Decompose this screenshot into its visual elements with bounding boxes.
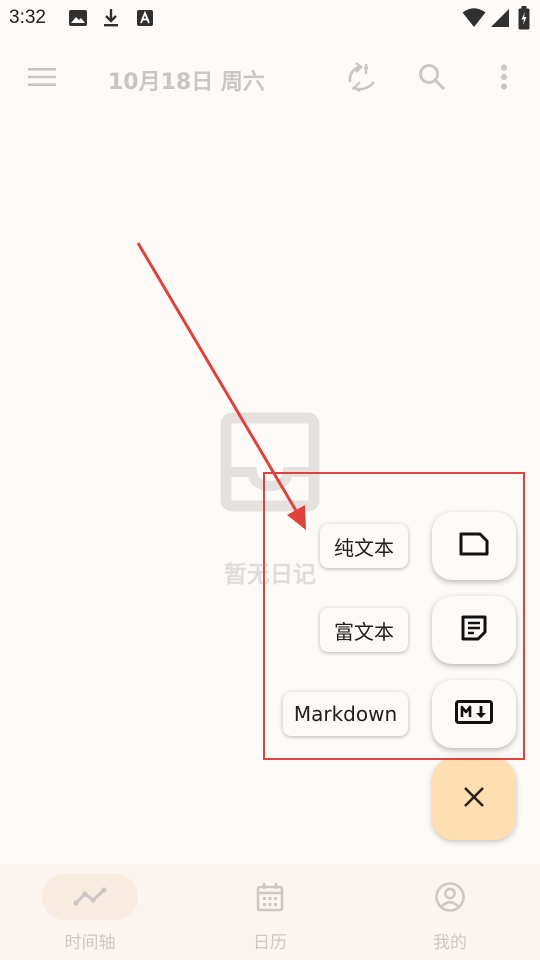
a-box-icon — [136, 9, 154, 31]
page-title[interactable]: 10月18日 周六 — [108, 64, 265, 96]
nav-item-calendar[interactable]: 日历 — [180, 864, 360, 960]
close-fab-button[interactable] — [432, 758, 516, 840]
calendar-icon — [252, 880, 288, 914]
close-icon — [463, 786, 485, 812]
bottom-navigation: 时间轴 日历 我的 — [0, 864, 540, 960]
nav-label-timeline: 时间轴 — [64, 933, 116, 953]
nav-item-timeline[interactable]: 时间轴 — [0, 864, 180, 960]
menu-icon — [28, 67, 56, 91]
sync-button[interactable] — [342, 60, 382, 98]
signal-icon — [490, 8, 510, 32]
search-button[interactable] — [412, 60, 452, 98]
status-time: 3:32 — [9, 7, 46, 28]
image-icon — [68, 9, 88, 31]
nav-label-profile: 我的 — [433, 933, 467, 953]
battery-charging-icon — [518, 6, 530, 34]
more-vert-icon — [500, 64, 508, 94]
more-button[interactable] — [484, 60, 524, 98]
wifi-icon — [462, 8, 486, 32]
menu-button[interactable] — [22, 60, 62, 98]
annotation-highlight-box — [263, 472, 525, 760]
status-bar: 3:32 — [0, 0, 540, 38]
search-icon — [418, 63, 446, 95]
nav-label-calendar: 日历 — [253, 933, 287, 953]
sync-icon — [346, 62, 378, 96]
account-icon — [432, 880, 468, 914]
app-bar: 10月18日 周六 — [0, 50, 540, 108]
download-icon — [102, 7, 120, 33]
timeline-icon — [72, 880, 108, 914]
nav-item-profile[interactable]: 我的 — [360, 864, 540, 960]
